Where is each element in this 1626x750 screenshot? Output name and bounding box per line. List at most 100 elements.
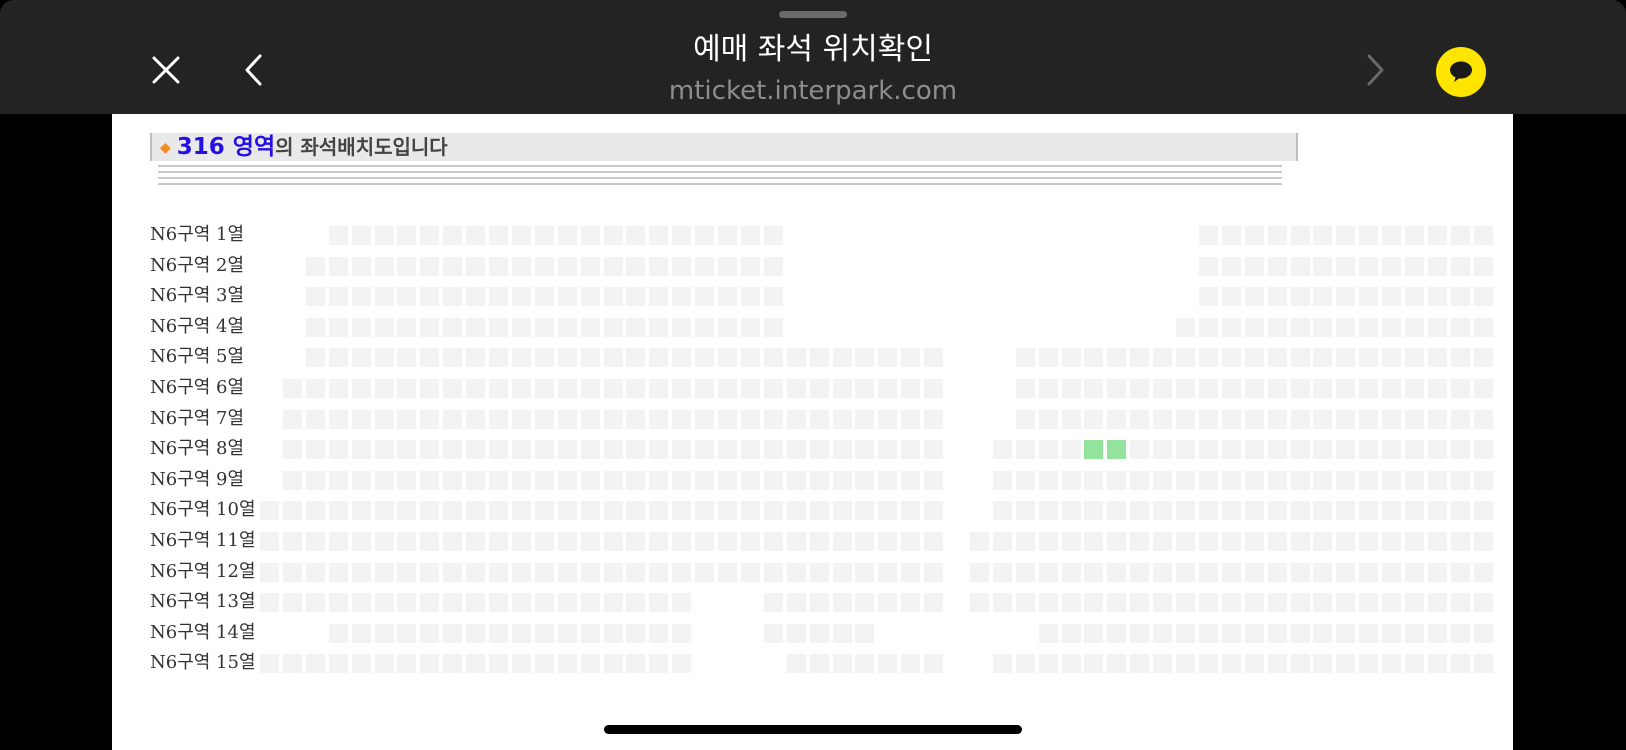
seat[interactable]: [1290, 562, 1310, 582]
seat[interactable]: [1176, 348, 1195, 368]
seat[interactable]: [1130, 440, 1150, 460]
seat[interactable]: [1244, 623, 1264, 643]
seat[interactable]: [786, 623, 806, 643]
seat[interactable]: [740, 409, 760, 429]
seat[interactable]: [328, 654, 348, 674]
seat[interactable]: [511, 440, 531, 460]
seat[interactable]: [809, 654, 829, 674]
seat[interactable]: [534, 593, 554, 613]
seat[interactable]: [786, 379, 806, 398]
seat[interactable]: [1107, 501, 1127, 521]
seat[interactable]: [557, 654, 577, 674]
seat[interactable]: [351, 654, 371, 674]
seat[interactable]: [420, 593, 440, 613]
seat[interactable]: [1382, 348, 1402, 368]
seat[interactable]: [1221, 470, 1241, 490]
seat[interactable]: [466, 593, 486, 613]
seat[interactable]: [1176, 501, 1195, 521]
seat[interactable]: [1198, 593, 1218, 613]
seat[interactable]: [351, 287, 371, 307]
seat[interactable]: [328, 532, 348, 551]
seat[interactable]: [374, 287, 394, 307]
seat[interactable]: [1038, 379, 1058, 398]
seat[interactable]: [1450, 654, 1470, 674]
seat[interactable]: [557, 562, 577, 582]
seat[interactable]: [992, 440, 1012, 460]
seat[interactable]: [282, 409, 302, 429]
seat[interactable]: [1153, 470, 1173, 490]
seat[interactable]: [1290, 287, 1310, 307]
seat[interactable]: [672, 379, 692, 398]
seat[interactable]: [443, 409, 463, 429]
seat[interactable]: [489, 409, 508, 429]
seat[interactable]: [1176, 470, 1195, 490]
seat[interactable]: [718, 379, 737, 398]
seat[interactable]: [1244, 532, 1264, 551]
seat[interactable]: [1176, 593, 1195, 613]
seat[interactable]: [1221, 593, 1241, 613]
seat[interactable]: [1290, 532, 1310, 551]
seat[interactable]: [1130, 593, 1150, 613]
seat[interactable]: [763, 501, 783, 521]
seat[interactable]: [282, 532, 302, 551]
seat[interactable]: [1405, 348, 1424, 368]
seat[interactable]: [1061, 470, 1081, 490]
seat[interactable]: [557, 287, 577, 307]
seat[interactable]: [489, 654, 508, 674]
seat[interactable]: [1015, 409, 1035, 429]
seat[interactable]: [718, 440, 737, 460]
seat-selected[interactable]: [1084, 440, 1104, 460]
seat[interactable]: [672, 287, 692, 307]
seat[interactable]: [305, 287, 325, 307]
seat[interactable]: [626, 256, 646, 276]
seat[interactable]: [855, 440, 875, 460]
seat[interactable]: [1290, 654, 1310, 674]
seat[interactable]: [1427, 379, 1447, 398]
seat[interactable]: [305, 532, 325, 551]
seat[interactable]: [649, 287, 669, 307]
seat[interactable]: [1359, 440, 1379, 460]
seat[interactable]: [443, 348, 463, 368]
seat[interactable]: [1336, 256, 1356, 276]
seat[interactable]: [1450, 562, 1470, 582]
seat[interactable]: [580, 501, 600, 521]
seat[interactable]: [1313, 501, 1333, 521]
seat[interactable]: [763, 348, 783, 368]
seat[interactable]: [1244, 562, 1264, 582]
seat[interactable]: [260, 562, 279, 582]
seat[interactable]: [1405, 409, 1424, 429]
seat[interactable]: [740, 440, 760, 460]
seat[interactable]: [786, 562, 806, 582]
seat[interactable]: [1473, 562, 1493, 582]
seat[interactable]: [763, 623, 783, 643]
seat[interactable]: [626, 317, 646, 337]
seat[interactable]: [557, 440, 577, 460]
seat[interactable]: [786, 532, 806, 551]
seat[interactable]: [282, 440, 302, 460]
seat[interactable]: [924, 379, 944, 398]
seat[interactable]: [649, 593, 669, 613]
seat[interactable]: [282, 562, 302, 582]
seat[interactable]: [282, 654, 302, 674]
seat[interactable]: [832, 654, 852, 674]
seat[interactable]: [374, 532, 394, 551]
seat[interactable]: [1015, 470, 1035, 490]
seat[interactable]: [832, 409, 852, 429]
seat[interactable]: [992, 501, 1012, 521]
seat[interactable]: [1405, 287, 1424, 307]
seat[interactable]: [1473, 532, 1493, 551]
seat[interactable]: [672, 440, 692, 460]
seat[interactable]: [1221, 623, 1241, 643]
seat[interactable]: [763, 317, 783, 337]
seat[interactable]: [580, 593, 600, 613]
seat[interactable]: [649, 440, 669, 460]
seat[interactable]: [1267, 226, 1287, 245]
seat[interactable]: [534, 379, 554, 398]
seat[interactable]: [626, 440, 646, 460]
seat[interactable]: [420, 226, 440, 245]
seat[interactable]: [1313, 409, 1333, 429]
seat[interactable]: [649, 501, 669, 521]
seat[interactable]: [1450, 256, 1470, 276]
seat[interactable]: [695, 440, 715, 460]
seat[interactable]: [328, 501, 348, 521]
